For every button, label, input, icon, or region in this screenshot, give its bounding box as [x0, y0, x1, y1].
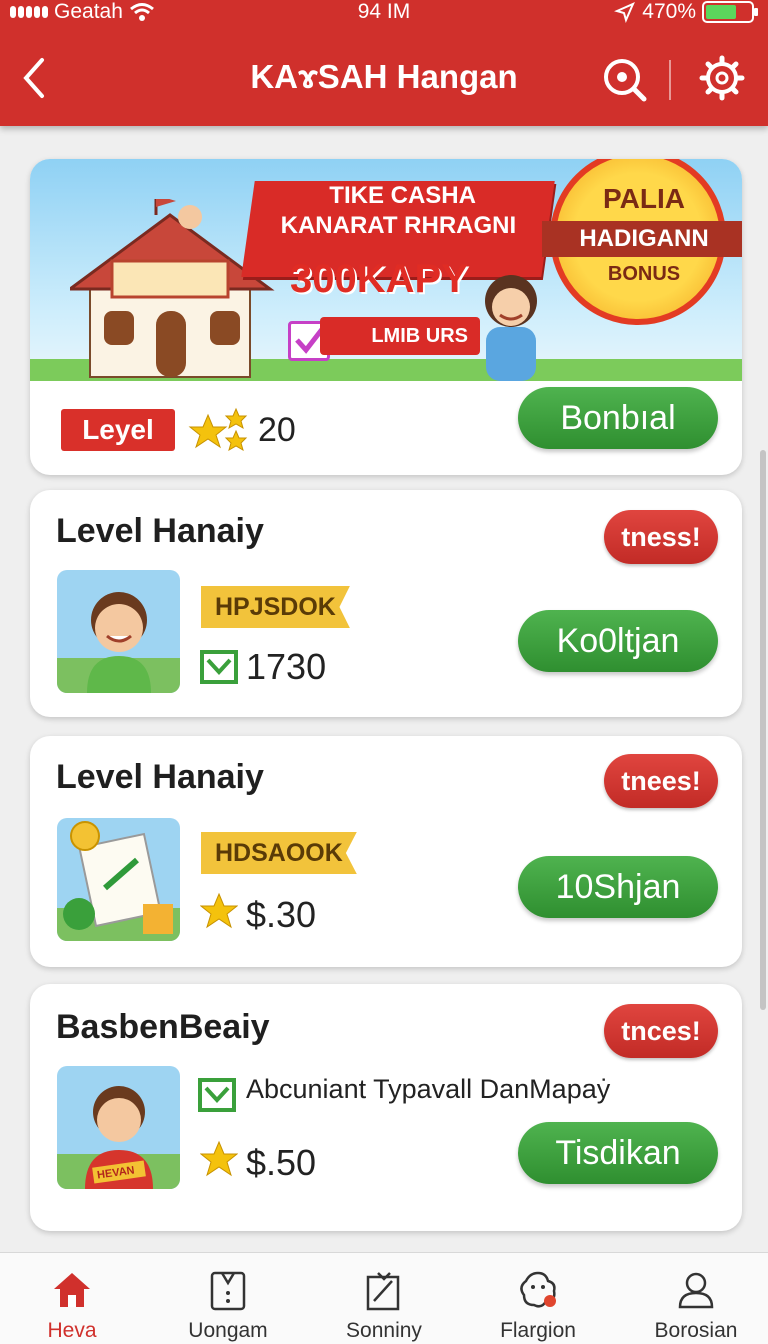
- reward-tag: HDSAOOK: [201, 832, 357, 874]
- gear-icon[interactable]: [698, 54, 746, 102]
- tab-uongam[interactable]: Uongam: [168, 1253, 288, 1344]
- card-value: $.50: [246, 1142, 317, 1183]
- header-divider: [669, 60, 671, 100]
- app-header: Geatah 94 IM 470% KAɤSAH Hangan: [0, 0, 768, 126]
- banner-headline: 300KAPY: [290, 257, 468, 301]
- mail-check-icon: [198, 1078, 236, 1112]
- tab-borosian[interactable]: Borosian: [636, 1253, 756, 1344]
- bottom-tab-bar: Heva Uongam Sonniny Flargion Borosian: [0, 1252, 768, 1344]
- banner-line-2: KANARAT RHRAGNI: [280, 212, 517, 239]
- card-title: BasbenBeaiy: [56, 1008, 270, 1046]
- card-title: Level Hanaiy: [56, 512, 264, 550]
- card-value: $.30: [246, 894, 317, 935]
- bonus-button[interactable]: Bonbıal: [518, 387, 718, 449]
- card-description: Abcuniant Typavall DanMapaẏ: [246, 1074, 611, 1104]
- user-icon: [678, 1272, 714, 1309]
- stars-icon: [188, 407, 248, 451]
- task-card: Level Hanaiy tness! HPJSDOK 1730 Ko0ltja…: [30, 490, 742, 717]
- tab-sonniny[interactable]: Sonniny: [324, 1253, 444, 1344]
- star-icon: [200, 892, 238, 929]
- promo-banner-card: TIKE CASHA KANARAT RHRAGNI 300KAPY LMIB …: [30, 159, 742, 475]
- scrollbar[interactable]: [760, 450, 766, 1010]
- girl-illustration: [485, 275, 537, 381]
- tab-label: Sonniny: [346, 1319, 422, 1342]
- level-label: Leyel: [61, 409, 175, 451]
- location-icon: [614, 2, 636, 23]
- status-pill[interactable]: tnees!: [604, 754, 718, 808]
- reward-tag: HPJSDOK: [201, 586, 350, 628]
- home-icon: [54, 1273, 90, 1307]
- promo-banner[interactable]: TIKE CASHA KANARAT RHRAGNI 300KAPY LMIB …: [30, 159, 742, 381]
- badge-line-3: BONUS: [607, 263, 681, 285]
- claim-button[interactable]: Tisdikan: [518, 1122, 718, 1184]
- clipboard-icon: [210, 1271, 246, 1311]
- badge-line-2: HADIGANN: [542, 221, 742, 257]
- claim-button[interactable]: Ko0ltjan: [518, 610, 718, 672]
- star-icon: [200, 1140, 238, 1177]
- card-title: Level Hanaiy: [56, 758, 264, 796]
- page-title: KAɤSAH Hangan: [250, 58, 518, 95]
- bonus-badge: PALIA HADIGANN BONUS: [542, 159, 742, 325]
- battery-icon: [702, 1, 758, 23]
- tab-flargion[interactable]: Flargion: [478, 1253, 598, 1344]
- search-icon[interactable]: [600, 55, 650, 103]
- task-card: BasbenBeaiy tnces! HEVAN Abcuniant Typav…: [30, 984, 742, 1231]
- badge-line-1: PALIA: [603, 183, 685, 214]
- tab-label: Borosian: [654, 1319, 738, 1342]
- level-value: 20: [258, 411, 296, 449]
- battery-percent: 470%: [642, 0, 696, 23]
- status-bar: Geatah 94 IM 470%: [0, 0, 768, 28]
- banner-subtitle: LMIB URS: [320, 317, 480, 355]
- mail-check-icon: [200, 650, 238, 684]
- status-pill[interactable]: tnces!: [604, 1004, 718, 1058]
- tab-label: Uongam: [188, 1319, 268, 1342]
- money-document-icon: [57, 818, 180, 941]
- badge-icon: [520, 1271, 556, 1308]
- banner-line-1: TIKE CASHA: [329, 182, 476, 209]
- edit-icon: [366, 1272, 400, 1311]
- tab-label: Heva: [47, 1319, 97, 1342]
- card-value: 1730: [246, 646, 327, 687]
- tab-label: Flargion: [500, 1319, 576, 1342]
- status-pill[interactable]: tness!: [604, 510, 718, 564]
- claim-button[interactable]: 10Shjan: [518, 856, 718, 918]
- boy-avatar-icon: [57, 570, 180, 693]
- task-card: Level Hanaiy tnees! HDSAOOK $.30 10Shjan: [30, 736, 742, 967]
- tab-heva[interactable]: Heva: [12, 1253, 132, 1344]
